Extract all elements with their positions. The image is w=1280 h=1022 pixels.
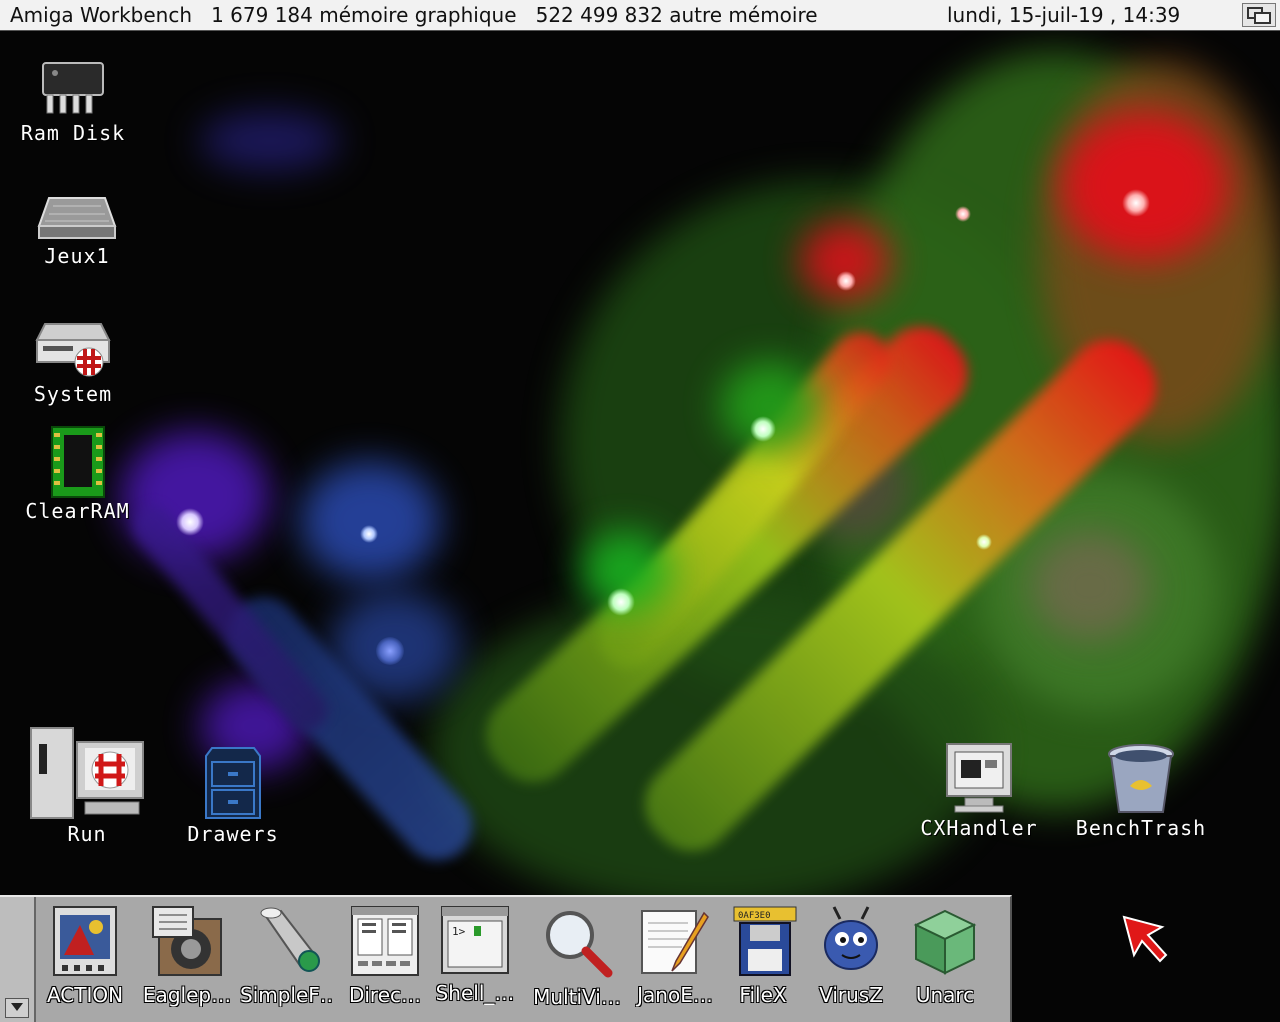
flashlight-icon: [260, 907, 320, 972]
desktop-icon-cxhandler[interactable]: CXHandler: [918, 740, 1040, 840]
memory-chip-icon: [50, 426, 105, 498]
dock-item-label: SimpleF…: [240, 983, 334, 1007]
bug-icon: [824, 906, 878, 970]
file-manager-icon: [351, 906, 419, 976]
notepad-pencil-icon: [641, 910, 709, 974]
desktop-icon-label: System: [33, 382, 113, 406]
dock-item-filex[interactable]: 0AF3E0 FileX: [716, 905, 810, 1007]
desktop-icon-label: Ram Disk: [20, 121, 126, 145]
dock-menu-arrow-icon[interactable]: [5, 998, 29, 1018]
desktop-icon-system[interactable]: System: [18, 318, 128, 406]
screen-title: Amiga Workbench 1 679 184 mémoire graphi…: [10, 3, 818, 27]
desktop-icon-label: Run: [67, 822, 107, 846]
dock-item-label: VirusZ: [819, 983, 883, 1007]
dock-item-shell[interactable]: 1> Shell_…: [428, 905, 522, 1005]
desktop-icon-label: Drawers: [187, 822, 279, 846]
svg-text:0AF3E0: 0AF3E0: [738, 911, 771, 921]
desktop-icon-label: BenchTrash: [1075, 816, 1207, 840]
system-drive-icon: [35, 323, 111, 377]
dock-item-label: Shell_…: [435, 981, 515, 1005]
hard-drive-icon: [37, 197, 117, 239]
desktop-icon-label: ClearRAM: [25, 499, 130, 523]
screen-title-bar[interactable]: Amiga Workbench 1 679 184 mémoire graphi…: [0, 0, 1280, 31]
desktop-icon-label: CXHandler: [920, 816, 1038, 840]
magnifier-icon: [546, 911, 613, 978]
dock-item-label: ACTION: [46, 983, 124, 1007]
dock-item-action[interactable]: ACTION: [38, 905, 132, 1007]
dock-item-virusz[interactable]: VirusZ: [804, 905, 898, 1007]
dock-item-label: MultiVi…: [533, 985, 621, 1009]
desktop-icon-jeux1[interactable]: Jeux1: [22, 188, 132, 268]
shell-window-icon: 1>: [441, 906, 509, 974]
dock-item-label: Eaglep…: [142, 983, 232, 1007]
archive-cube-icon: [913, 909, 977, 975]
svg-text:1>: 1>: [452, 925, 466, 938]
screen-depth-gadget-icon[interactable]: [1242, 3, 1276, 27]
dock-drag-handle[interactable]: [0, 897, 36, 1022]
cabinet-icon: [205, 747, 261, 819]
mouse-pointer-icon: [1122, 915, 1168, 963]
desktop-icon-clearram[interactable]: ClearRAM: [20, 425, 135, 523]
desktop-icon-drawers[interactable]: Drawers: [178, 742, 288, 846]
dock-item-janoeditor[interactable]: JanoE…: [628, 905, 722, 1007]
floppy-disk-icon: 0AF3E0: [733, 906, 797, 976]
action-film-icon: [53, 906, 117, 976]
trash-can-icon: [1108, 744, 1174, 813]
desktop-icon-run[interactable]: Run: [28, 722, 146, 846]
application-dock: ACTION Eaglep… SimpleF… Direc… 1> Shell_…: [0, 895, 1012, 1022]
desktop-wallpaper: [0, 31, 1280, 1022]
dock-item-label: Direc…: [348, 983, 422, 1007]
dock-item-label: Unarc: [915, 983, 975, 1007]
speaker-icon: [152, 906, 222, 976]
dock-item-unarc[interactable]: Unarc: [898, 905, 992, 1007]
dock-item-label: JanoE…: [637, 983, 713, 1007]
desktop-icon-label: Jeux1: [44, 244, 110, 268]
dock-item-simplefind[interactable]: SimpleF…: [240, 905, 334, 1007]
computer-boing-icon: [30, 727, 144, 819]
ram-chip-icon: [42, 62, 104, 114]
clock-display: lundi, 15-juil-19 , 14:39: [947, 3, 1181, 27]
desktop-icon-ram-disk[interactable]: Ram Disk: [18, 55, 128, 145]
desktop-icon-benchtrash[interactable]: BenchTrash: [1070, 742, 1212, 840]
monitor-icon: [946, 743, 1012, 813]
dock-item-multiview[interactable]: MultiVi…: [530, 905, 624, 1009]
dock-item-directory-opus[interactable]: Direc…: [338, 905, 432, 1007]
dock-item-eagleplayer[interactable]: Eaglep…: [140, 905, 234, 1007]
dock-item-label: FileX: [739, 983, 787, 1007]
